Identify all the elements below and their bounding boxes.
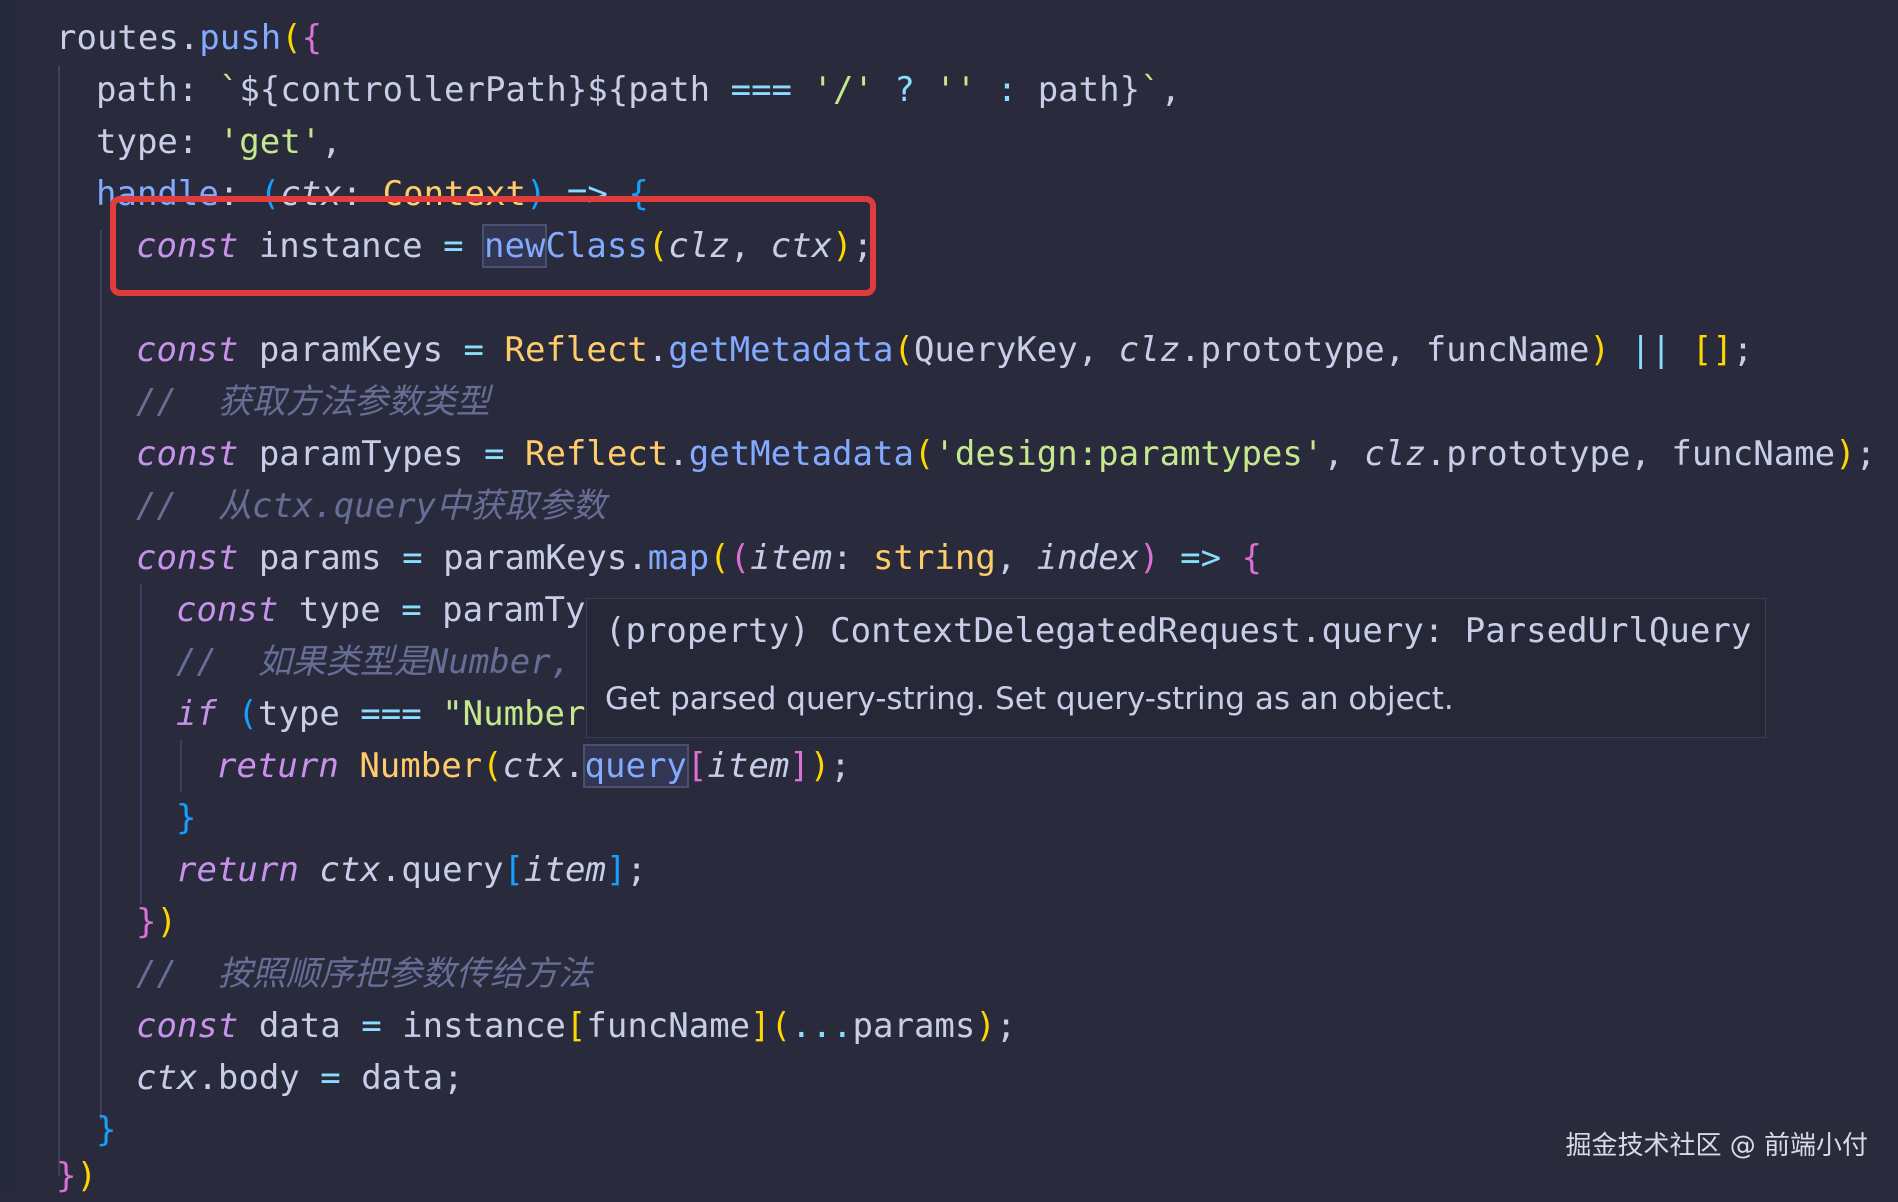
code-line-params: const params = paramKeys.map((item: stri… [136, 538, 1263, 578]
tooltip-documentation: Get parsed query-string. Set query-strin… [605, 681, 1454, 717]
code-comment-if-number: // 如果类型是Number, 贝 [176, 642, 626, 682]
annotation-highlight-box [110, 196, 876, 296]
code-comment-pass-params: // 按照顺序把参数传给方法 [136, 954, 592, 994]
code-line-close-map: }) [136, 902, 177, 942]
code-line-routes-push: routes.push({ [56, 18, 323, 58]
code-line-body: ctx.body = data; [136, 1058, 464, 1098]
code-line-return-query: return ctx.query[item]; [176, 850, 647, 890]
code-line-const-type: const type = paramTy [176, 590, 586, 630]
hover-tooltip: (property) ContextDelegatedRequest.query… [586, 598, 1766, 738]
code-line-path: path: `${controllerPath}${path === '/' ?… [96, 70, 1182, 110]
indent-guide [140, 584, 142, 904]
watermark: 掘金技术社区 @ 前端小付 [1565, 1131, 1868, 1161]
code-line-return-number: return Number(ctx.query[item]); [216, 744, 851, 788]
code-line-paramkeys: const paramKeys = Reflect.getMetadata(Qu… [136, 330, 1754, 370]
editor-gutter [0, 0, 16, 1192]
code-line-type: type: 'get', [96, 122, 342, 162]
code-comment-from-query: // 从ctx.query中获取参数 [136, 486, 607, 526]
code-line-close-if: } [176, 798, 197, 838]
code-editor[interactable]: routes.push({ path: `${controllerPath}${… [0, 0, 1898, 1196]
code-line-data: const data = instance[funcName](...param… [136, 1006, 1017, 1046]
indent-guide [100, 230, 102, 1120]
indent-guide [58, 66, 60, 1176]
code-comment-get-param-types: // 获取方法参数类型 [136, 382, 490, 422]
code-line-close-push: }) [56, 1156, 97, 1196]
tooltip-signature: (property) ContextDelegatedRequest.query… [605, 611, 1752, 651]
indent-guide [180, 740, 182, 792]
code-line-paramtypes: const paramTypes = Reflect.getMetadata('… [136, 434, 1877, 474]
code-line-if: if (type === "Number [176, 694, 586, 734]
code-line-close-handle: } [96, 1110, 117, 1150]
